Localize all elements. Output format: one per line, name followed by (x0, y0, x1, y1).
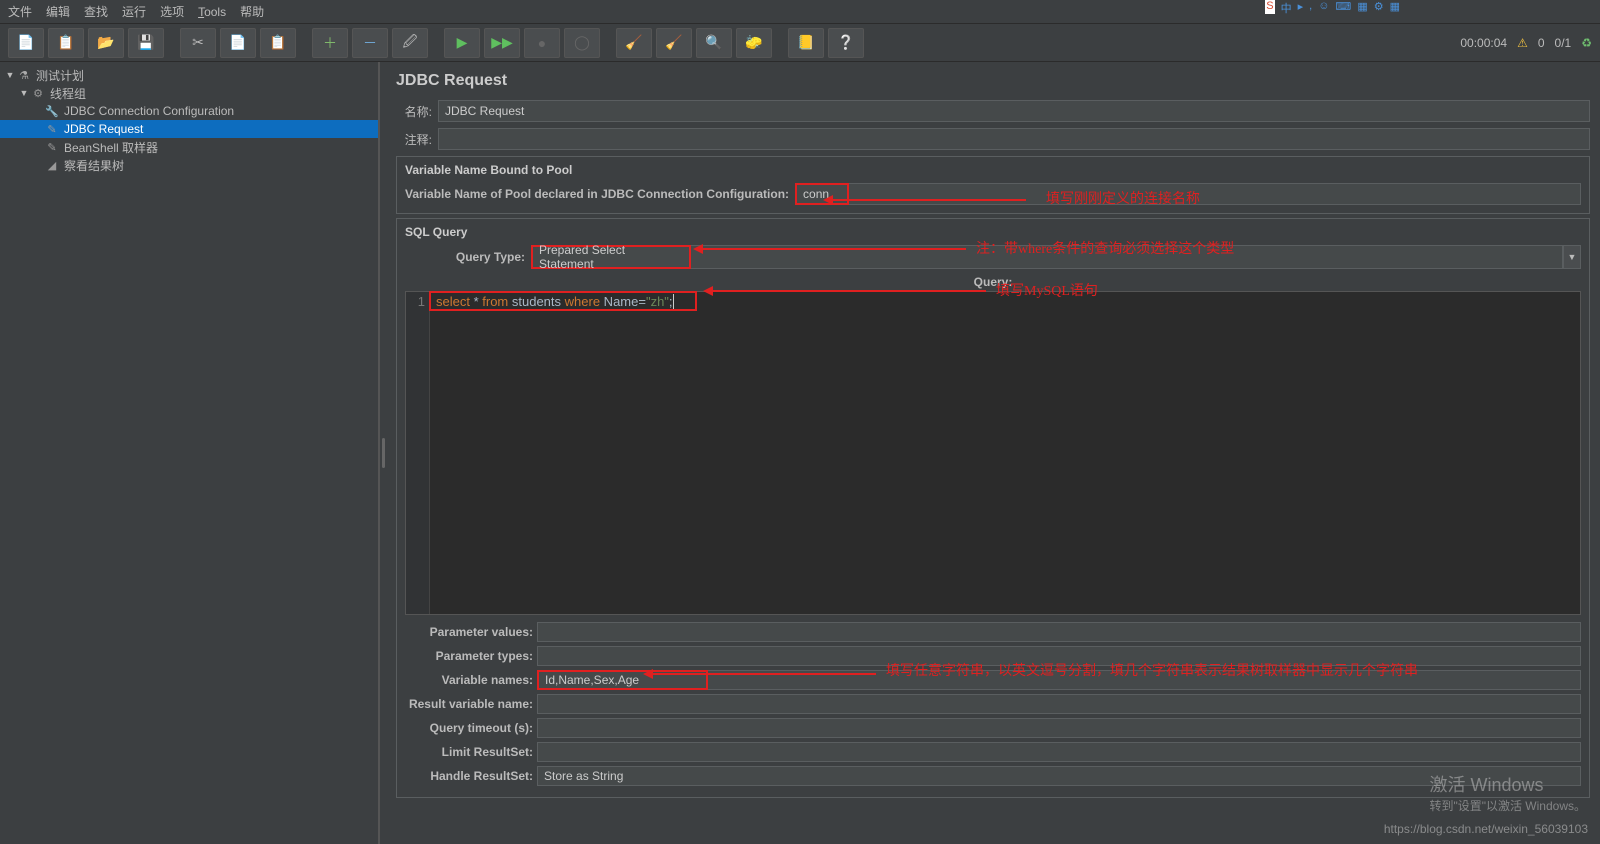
query-type-select[interactable]: Prepared Select Statement (531, 245, 691, 269)
pool-section: Variable Name Bound to Pool Variable Nam… (396, 156, 1590, 214)
tree-test-plan[interactable]: ▼⚗测试计划 (0, 66, 378, 84)
handle-label: Handle ResultSet: (405, 769, 533, 783)
help-button[interactable]: ❔ (828, 28, 864, 58)
param-types-input[interactable] (537, 646, 1581, 666)
timeout-label: Query timeout (s): (405, 721, 533, 735)
templates-button[interactable]: 📋 (48, 28, 84, 58)
start-no-pause-button[interactable]: ▶▶ (484, 28, 520, 58)
sql-editor[interactable]: 1 select * from students where Name="zh"… (405, 291, 1581, 615)
comment-label: 注释: (396, 131, 432, 148)
warning-count: 0 (1538, 36, 1545, 50)
new-button[interactable]: 📄 (8, 28, 44, 58)
sql-section: SQL Query Query Type: Prepared Select St… (396, 218, 1590, 798)
open-button[interactable]: 📂 (88, 28, 124, 58)
timeout-input[interactable] (537, 718, 1581, 738)
toggle-button[interactable]: 🖉 (392, 28, 428, 58)
tree-panel: ▼⚗测试计划 ▼⚙线程组 🔧JDBC Connection Configurat… (0, 62, 380, 844)
ime-overlay: S 中▸,☺⌨▦⚙▦ (1265, 0, 1400, 14)
clear-all-button[interactable]: 🧹 (656, 28, 692, 58)
paste-button[interactable]: 📋 (260, 28, 296, 58)
handle-select[interactable]: Store as String (537, 766, 1581, 786)
clear-search-button[interactable]: 🧽 (736, 28, 772, 58)
watermark: https://blog.csdn.net/weixin_56039103 (1384, 822, 1588, 836)
limit-input[interactable] (537, 742, 1581, 762)
menu-tools[interactable]: Tools (198, 5, 226, 19)
menu-options[interactable]: 选项 (160, 3, 184, 20)
menu-edit[interactable]: 编辑 (46, 3, 70, 20)
menu-run[interactable]: 运行 (122, 3, 146, 20)
threads-ratio: 0/1 (1555, 36, 1572, 50)
tree-jdbc-config[interactable]: 🔧JDBC Connection Configuration (0, 102, 378, 120)
content-panel: JDBC Request 名称: 注释: Variable Name Bound… (386, 62, 1600, 844)
menu-help[interactable]: 帮助 (240, 3, 264, 20)
variable-names-label: Variable names: (405, 673, 533, 687)
gc-icon[interactable]: ♻ (1581, 36, 1592, 50)
menu-file[interactable]: 文件 (8, 3, 32, 20)
comment-input[interactable] (438, 128, 1590, 150)
page-title: JDBC Request (396, 72, 1590, 90)
cut-button[interactable]: ✂ (180, 28, 216, 58)
name-input[interactable] (438, 100, 1590, 122)
pool-section-title: Variable Name Bound to Pool (405, 163, 1581, 177)
stop-button[interactable]: ● (524, 28, 560, 58)
param-types-label: Parameter types: (405, 649, 533, 663)
activate-windows: 激活 Windows 转到"设置"以激活 Windows。 (1429, 771, 1586, 814)
result-var-input[interactable] (537, 694, 1581, 714)
menu-find[interactable]: 查找 (84, 3, 108, 20)
param-values-input[interactable] (537, 622, 1581, 642)
copy-button[interactable]: 📄 (220, 28, 256, 58)
save-button[interactable]: 💾 (128, 28, 164, 58)
toolbar: 📄 📋 📂 💾 ✂ 📄 📋 ＋ － 🖉 ▶ ▶▶ ● ◯ 🧹 🧹 🔍 🧽 📒 ❔… (0, 24, 1600, 62)
warning-icon[interactable]: ⚠ (1517, 36, 1528, 50)
clear-button[interactable]: 🧹 (616, 28, 652, 58)
search-button[interactable]: 🔍 (696, 28, 732, 58)
query-type-arrow[interactable]: ▼ (1563, 245, 1581, 269)
add-button[interactable]: ＋ (312, 28, 348, 58)
param-values-label: Parameter values: (405, 625, 533, 639)
tree-thread-group[interactable]: ▼⚙线程组 (0, 84, 378, 102)
function-button[interactable]: 📒 (788, 28, 824, 58)
query-type-label: Query Type: (405, 250, 525, 264)
pool-label: Variable Name of Pool declared in JDBC C… (405, 187, 789, 201)
shutdown-button[interactable]: ◯ (564, 28, 600, 58)
limit-label: Limit ResultSet: (405, 745, 533, 759)
tree-beanshell[interactable]: ✎BeanShell 取样器 (0, 138, 378, 156)
tree-results[interactable]: ◢察看结果树 (0, 156, 378, 174)
remove-button[interactable]: － (352, 28, 388, 58)
tree-jdbc-request[interactable]: ✎JDBC Request (0, 120, 378, 138)
start-button[interactable]: ▶ (444, 28, 480, 58)
sql-section-title: SQL Query (405, 225, 1581, 239)
query-label: Query: (405, 275, 1581, 289)
name-label: 名称: (396, 103, 432, 120)
elapsed-time: 00:00:04 (1460, 36, 1507, 50)
result-var-label: Result variable name: (405, 697, 533, 711)
